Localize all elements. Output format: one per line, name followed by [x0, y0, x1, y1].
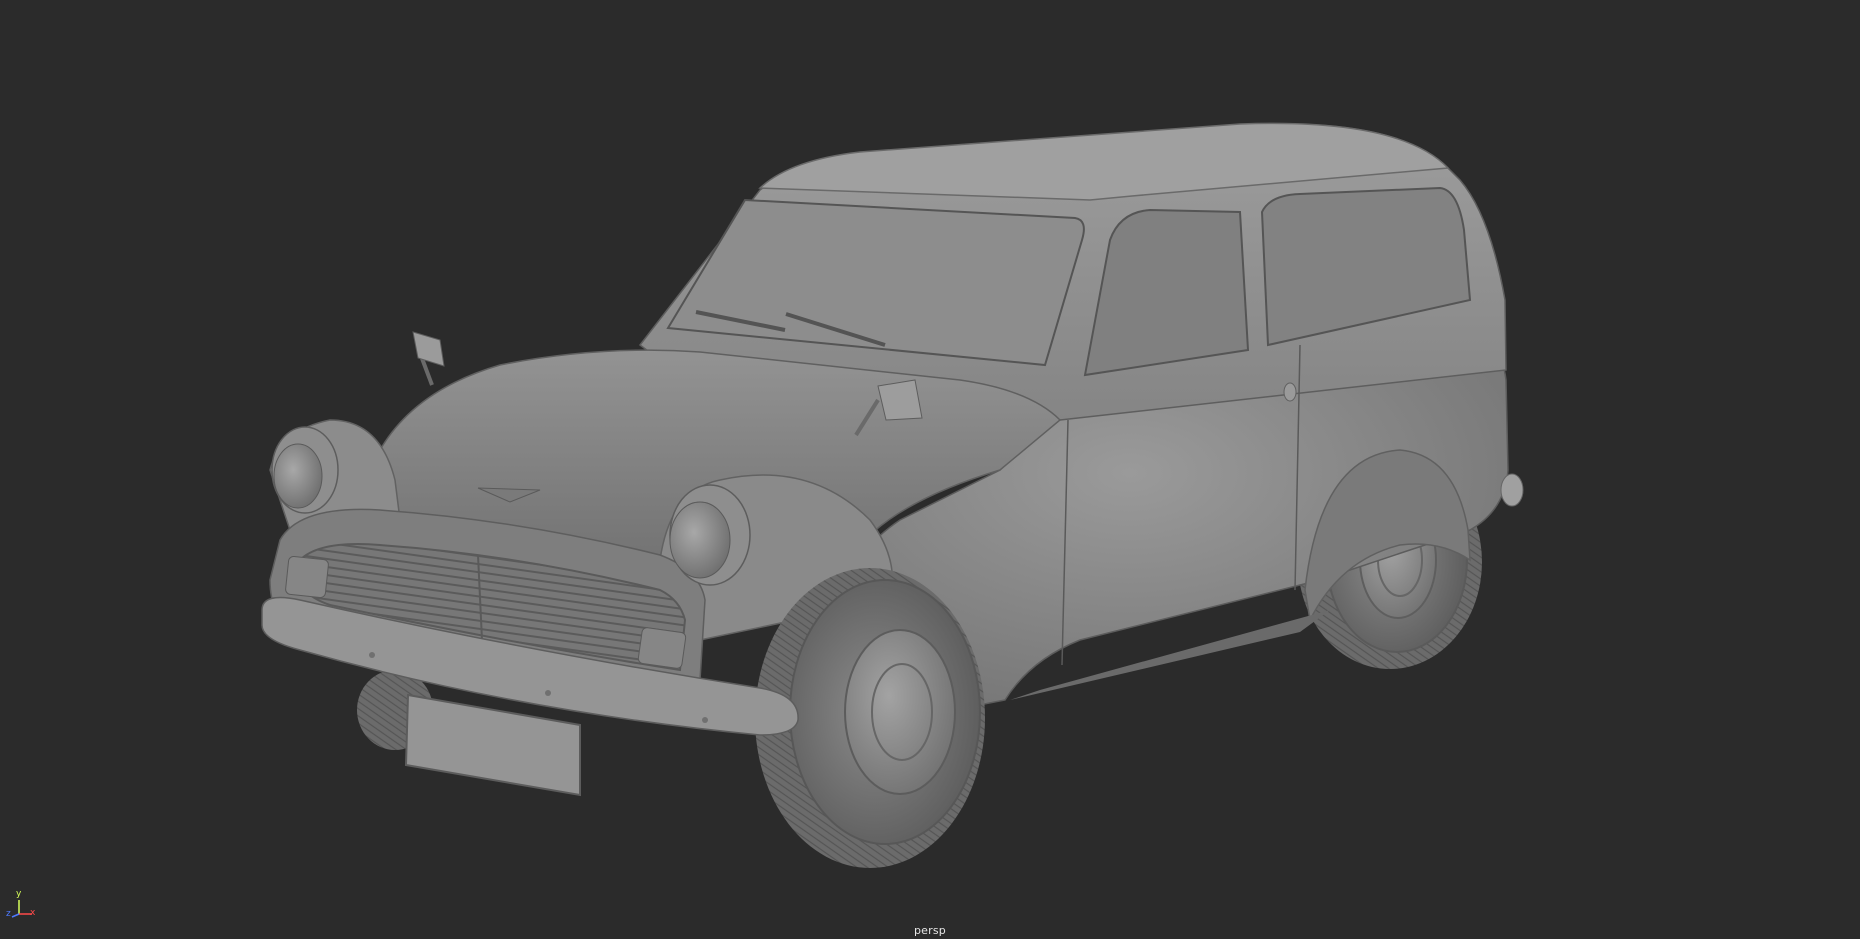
- car-model[interactable]: [0, 0, 1860, 939]
- license-plate: [404, 693, 581, 797]
- tail-light: [1500, 473, 1524, 507]
- axis-gizmo: y x z: [6, 890, 40, 920]
- headlight-left: [271, 426, 339, 514]
- 3d-viewport[interactable]: y x z persp: [0, 0, 1860, 939]
- axis-z-label: z: [6, 909, 11, 919]
- left-mirror: [412, 331, 445, 386]
- axis-y-label: y: [16, 889, 22, 899]
- camera-name-label: persp: [914, 924, 946, 937]
- headlight-right: [669, 484, 751, 586]
- axis-x-label: x: [30, 908, 36, 918]
